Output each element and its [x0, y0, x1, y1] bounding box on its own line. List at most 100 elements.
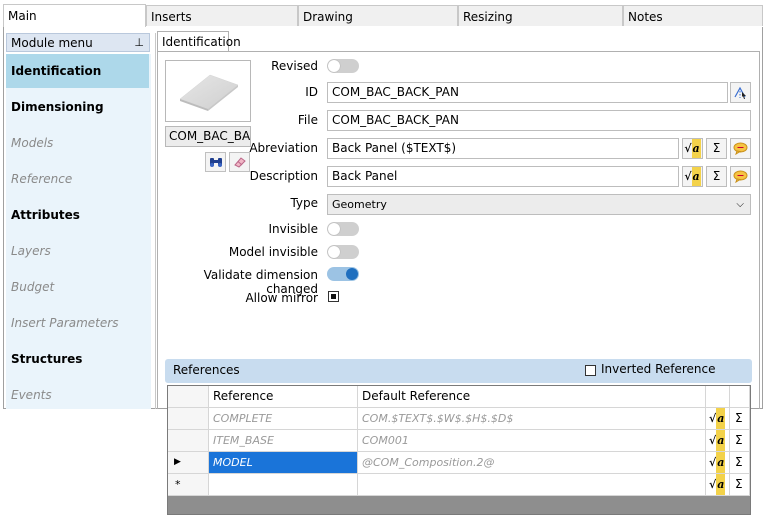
reference-cell-selected[interactable]: MODEL: [209, 452, 358, 474]
formula-button[interactable]: √a: [706, 452, 730, 474]
menu-item-events[interactable]: Events: [6, 378, 149, 412]
abreviation-formula-button[interactable]: √a: [682, 138, 703, 159]
default-reference-cell[interactable]: COM001: [358, 430, 706, 452]
binoculars-icon: [209, 158, 222, 167]
menu-item-label: Dimensioning: [11, 100, 104, 114]
default-reference-cell[interactable]: COM.$TEXT$.$W$.$H$.$D$: [358, 408, 706, 430]
id-field[interactable]: COM_BAC_BACK_PAN: [327, 82, 728, 103]
description-formula-button[interactable]: √a: [682, 166, 703, 187]
references-grid: Reference Default Reference COMPLETE COM…: [167, 385, 751, 515]
default-reference-cell[interactable]: @COM_Composition.2@: [358, 452, 706, 474]
sigma-button[interactable]: Σ: [730, 408, 750, 430]
formula-button[interactable]: √a: [706, 430, 730, 452]
abreviation-field[interactable]: Back Panel ($TEXT$): [327, 138, 679, 159]
default-reference-cell-new[interactable]: [358, 474, 706, 496]
sigma-button[interactable]: Σ: [730, 452, 750, 474]
description-sigma-button[interactable]: Σ: [706, 166, 727, 187]
column-header-formula: [706, 386, 730, 408]
speech-bubble-icon: [733, 170, 748, 184]
file-field[interactable]: COM_BAC_BACK_PAN: [327, 110, 751, 131]
menu-item-label: Models: [11, 136, 54, 150]
menu-item-label: Layers: [11, 244, 51, 258]
id-label: ID: [305, 85, 318, 99]
pin-icon[interactable]: ⊥: [134, 34, 144, 52]
invisible-toggle[interactable]: [327, 222, 359, 236]
tab-drawing[interactable]: Drawing: [298, 5, 458, 26]
menu-item-dimensioning[interactable]: Dimensioning: [6, 90, 149, 124]
module-menu: Identification Dimensioning Models Refer…: [6, 54, 151, 409]
formula-icon: √a: [709, 452, 726, 473]
reference-cell-new[interactable]: [209, 474, 358, 496]
splitter[interactable]: [155, 33, 156, 409]
sigma-button[interactable]: Σ: [730, 430, 750, 452]
row-header-current[interactable]: ▶: [168, 452, 209, 474]
toggle-knob: [328, 246, 340, 258]
sigma-icon: Σ: [735, 477, 743, 491]
column-header-reference[interactable]: Reference: [209, 386, 358, 408]
sigma-icon: Σ: [735, 433, 743, 447]
type-select[interactable]: Geometry ⌵: [327, 194, 751, 215]
menu-item-structures[interactable]: Structures: [6, 342, 149, 376]
tab-inserts-label: Inserts: [151, 10, 192, 24]
formula-button[interactable]: √a: [706, 408, 730, 430]
formula-icon: √a: [684, 139, 701, 158]
sigma-button[interactable]: Σ: [730, 474, 750, 496]
row-header-new[interactable]: *: [168, 474, 209, 496]
reference-cell[interactable]: ITEM_BASE: [209, 430, 358, 452]
menu-item-layers[interactable]: Layers: [6, 234, 149, 268]
inverted-reference-checkbox[interactable]: [585, 365, 596, 376]
sigma-icon: Σ: [735, 411, 743, 425]
menu-item-label: Structures: [11, 352, 83, 366]
column-header-default-reference[interactable]: Default Reference: [358, 386, 706, 408]
menu-item-budget[interactable]: Budget: [6, 270, 149, 304]
file-label: File: [297, 113, 318, 127]
row-header[interactable]: [168, 408, 209, 430]
formula-button[interactable]: √a: [706, 474, 730, 496]
abreviation-translate-button[interactable]: [730, 138, 751, 159]
sigma-icon: Σ: [735, 455, 743, 469]
menu-item-label: Insert Parameters: [11, 316, 119, 330]
module-menu-header: Module menu ⊥: [6, 33, 150, 52]
id-picker-button[interactable]: [730, 82, 751, 103]
tab-inserts[interactable]: Inserts: [146, 5, 298, 26]
description-label: Description: [249, 169, 318, 183]
toggle-knob: [328, 223, 340, 235]
allow-mirror-checkbox[interactable]: [328, 291, 339, 302]
menu-item-label: Events: [11, 388, 52, 402]
revised-toggle[interactable]: [327, 59, 359, 73]
type-label: Type: [290, 196, 318, 210]
menu-item-label: Identification: [11, 64, 102, 78]
tab-resizing[interactable]: Resizing: [458, 5, 623, 26]
chevron-down-icon: ⌵: [736, 199, 744, 210]
formula-icon: √a: [684, 167, 701, 186]
menu-item-attributes[interactable]: Attributes: [6, 198, 149, 232]
tab-identification[interactable]: Identification: [157, 31, 241, 52]
description-field[interactable]: Back Panel: [327, 166, 679, 187]
reference-cell[interactable]: COMPLETE: [209, 408, 358, 430]
formula-icon: √a: [709, 430, 726, 451]
revised-label: Revised: [271, 59, 318, 73]
allow-mirror-label: Allow mirror: [245, 291, 318, 305]
speech-bubble-icon: [733, 142, 748, 156]
tab-resizing-label: Resizing: [463, 10, 513, 24]
menu-item-label: Reference: [11, 172, 73, 186]
formula-icon: √a: [709, 474, 726, 495]
validate-dimension-toggle[interactable]: [327, 267, 359, 281]
formula-icon: √a: [709, 408, 726, 429]
menu-item-models[interactable]: Models: [6, 126, 149, 160]
toggle-knob: [328, 60, 340, 72]
menu-item-identification[interactable]: Identification: [6, 54, 149, 88]
menu-item-insert-parameters[interactable]: Insert Parameters: [6, 306, 149, 340]
tab-notes[interactable]: Notes: [623, 5, 763, 26]
description-translate-button[interactable]: [730, 166, 751, 187]
tab-main[interactable]: Main: [3, 4, 146, 27]
model-invisible-toggle[interactable]: [327, 245, 359, 259]
menu-item-reference[interactable]: Reference: [6, 162, 149, 196]
row-header[interactable]: [168, 430, 209, 452]
abreviation-sigma-button[interactable]: Σ: [706, 138, 727, 159]
sigma-icon: Σ: [712, 169, 721, 183]
inverted-reference-label: Inverted Reference: [601, 362, 716, 376]
menu-item-label: Attributes: [11, 208, 80, 222]
model-invisible-label: Model invisible: [228, 245, 318, 259]
sigma-icon: Σ: [712, 141, 721, 155]
